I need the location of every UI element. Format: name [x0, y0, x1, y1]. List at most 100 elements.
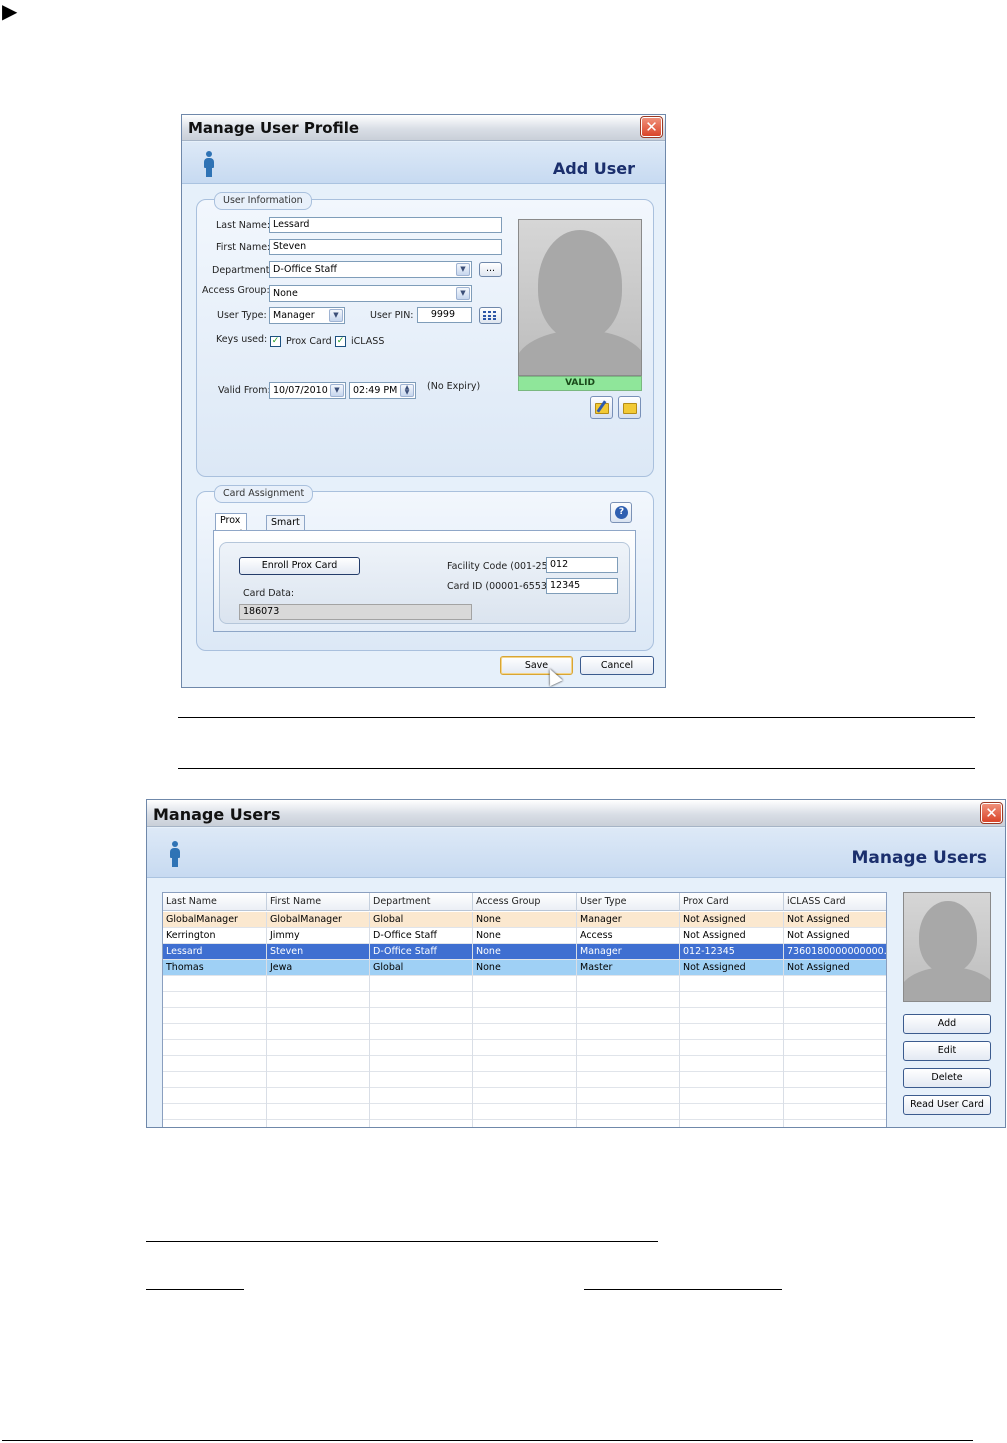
table-cell: Lessard — [163, 944, 267, 960]
table-cell — [680, 992, 784, 1008]
table-row[interactable]: Lessard Steven D-Office Staff None Manager 01… — [163, 944, 886, 960]
table-cell: Manager — [577, 912, 680, 928]
table-cell: Not Assigned — [784, 928, 886, 944]
table-cell: Global — [370, 912, 473, 928]
user-type-select[interactable]: Manager ▼ — [269, 307, 345, 324]
close-button[interactable]: ✕ — [980, 802, 1003, 824]
tab-prox-card[interactable]: Prox Card — [215, 513, 248, 540]
table-cell: Not Assigned — [680, 912, 784, 928]
chevron-down-icon: ▼ — [456, 263, 470, 276]
close-button[interactable]: ✕ — [640, 116, 663, 138]
table-cell: None — [473, 912, 577, 928]
table-row[interactable]: GlobalManager GlobalManager Global None Mana… — [163, 912, 886, 928]
table-cell: D-Office Staff — [370, 944, 473, 960]
edit-user-button[interactable]: Edit — [903, 1041, 991, 1061]
table-cell: Jimmy — [267, 928, 370, 944]
add-user-button[interactable]: Add — [903, 1014, 991, 1034]
table-row[interactable] — [163, 1120, 886, 1127]
card-id-field[interactable]: 12345 — [546, 578, 618, 594]
column-header[interactable]: Last Name — [163, 893, 267, 911]
table-cell — [577, 1120, 680, 1127]
table-cell — [577, 1104, 680, 1120]
table-cell — [680, 1008, 784, 1024]
table-cell — [784, 976, 886, 992]
table-cell — [163, 1104, 267, 1120]
table-cell: 7360180000000000... — [784, 944, 886, 960]
iclass-checkbox[interactable]: ✓ — [335, 336, 346, 347]
table-cell — [577, 1072, 680, 1088]
table-row[interactable] — [163, 1008, 886, 1024]
access-group-label: Access Group: — [202, 285, 270, 296]
banner: Add User — [182, 142, 665, 184]
last-name-field[interactable]: Lessard — [269, 217, 502, 233]
table-row[interactable] — [163, 976, 886, 992]
card-id-label: Card ID (00001-65535) — [447, 581, 557, 592]
table-cell — [680, 1040, 784, 1056]
manage-user-profile-dialog: Manage User Profile ✕ Add User User Info… — [181, 114, 666, 688]
table-cell — [163, 1008, 267, 1024]
dialog-title: Manage User Profile — [188, 119, 360, 137]
table-cell — [267, 1088, 370, 1104]
save-button[interactable]: Save — [500, 656, 573, 675]
enroll-prox-card-button[interactable]: Enroll Prox Card — [239, 557, 360, 575]
facility-code-field[interactable]: 012 — [546, 557, 618, 573]
help-button[interactable]: ? — [610, 502, 632, 523]
department-value: D-Office Staff — [273, 264, 337, 275]
table-row[interactable]: Thomas Jewa Global None Master Not Assigned No… — [163, 960, 886, 976]
table-cell: D-Office Staff — [370, 928, 473, 944]
iclass-label: iCLASS — [351, 336, 385, 347]
first-name-label: First Name: — [216, 242, 271, 253]
table-cell — [163, 976, 267, 992]
calendar-dropdown-icon: ▼ — [330, 384, 344, 397]
user-photo — [518, 219, 642, 376]
table-cell: Steven — [267, 944, 370, 960]
access-group-select[interactable]: None ▼ — [269, 285, 472, 302]
table-cell — [163, 1056, 267, 1072]
column-header[interactable]: User Type — [577, 893, 680, 911]
keypad-button[interactable] — [479, 307, 502, 324]
table-cell — [680, 1072, 784, 1088]
capture-photo-button[interactable] — [618, 396, 641, 419]
table-cell: Not Assigned — [784, 960, 886, 976]
table-cell — [370, 1104, 473, 1120]
bullet-arrow-icon: ▶ — [2, 0, 18, 23]
load-photo-button[interactable] — [590, 396, 613, 419]
divider — [2, 1440, 973, 1441]
user-pin-field[interactable]: 9999 — [417, 307, 472, 323]
titlebar: Manage User Profile ✕ — [182, 115, 665, 141]
column-header[interactable]: Prox Card — [680, 893, 784, 911]
column-header[interactable]: iCLASS Card — [784, 893, 886, 911]
table-row[interactable]: Kerrington Jimmy D-Office Staff None Access N… — [163, 928, 886, 944]
column-header[interactable]: First Name — [267, 893, 370, 911]
table-row[interactable] — [163, 1056, 886, 1072]
banner-title: Add User — [552, 159, 635, 178]
valid-from-date[interactable]: 10/07/2010 ▼ — [269, 382, 346, 399]
tab-smart-card[interactable]: Smart Card — [266, 515, 305, 542]
table-row[interactable] — [163, 1088, 886, 1104]
table-cell: Not Assigned — [680, 960, 784, 976]
prox-card-checkbox[interactable]: ✓ — [270, 336, 281, 347]
table-row[interactable] — [163, 1072, 886, 1088]
table-row[interactable] — [163, 1040, 886, 1056]
delete-user-button[interactable]: Delete — [903, 1068, 991, 1088]
expiry-note: (No Expiry) — [427, 381, 481, 392]
department-browse-button[interactable]: ... — [479, 262, 502, 277]
user-information-label: User Information — [214, 192, 312, 210]
card-assignment-label: Card Assignment — [214, 485, 314, 503]
table-row[interactable] — [163, 1104, 886, 1120]
column-header[interactable]: Department — [370, 893, 473, 911]
table-cell — [473, 1072, 577, 1088]
read-user-card-button[interactable]: Read User Card — [903, 1095, 991, 1115]
table-row[interactable] — [163, 1024, 886, 1040]
table-cell: Access — [577, 928, 680, 944]
first-name-field[interactable]: Steven — [269, 239, 502, 255]
department-select[interactable]: D-Office Staff ▼ — [269, 261, 472, 278]
table-cell — [473, 1008, 577, 1024]
banner: Manage Users — [147, 828, 1005, 878]
table-cell — [163, 1024, 267, 1040]
table-cell: Kerrington — [163, 928, 267, 944]
cancel-button[interactable]: Cancel — [580, 656, 654, 675]
column-header[interactable]: Access Group — [473, 893, 577, 911]
valid-from-time[interactable]: 02:49 PM ▲ ▼ — [349, 382, 416, 399]
table-row[interactable] — [163, 992, 886, 1008]
